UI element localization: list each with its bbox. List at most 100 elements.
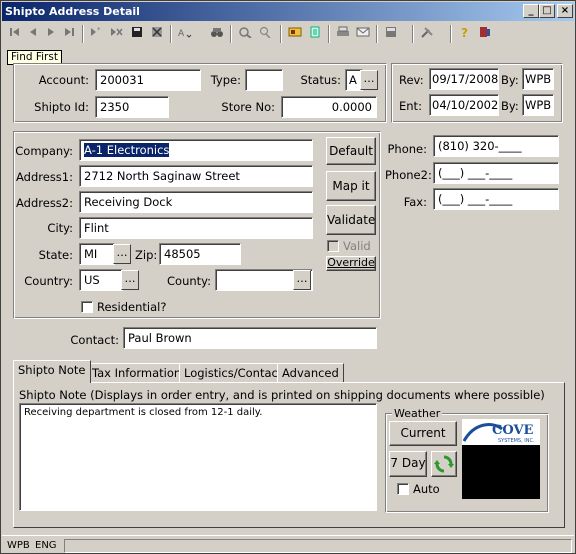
document-icon[interactable] [306, 25, 324, 43]
toolbar: * A ? [2, 22, 574, 46]
phone2-label: Phone2: [385, 168, 432, 182]
residential-checkbox[interactable] [81, 301, 93, 313]
app-window: Shipto Address Detail _ □ × * A ? Find F… [0, 0, 576, 554]
maximize-button[interactable]: □ [539, 4, 555, 18]
tools-icon[interactable] [418, 25, 436, 43]
toolbar-separator [328, 25, 330, 43]
minimize-button[interactable]: _ [523, 4, 539, 18]
phone-label: Phone: [387, 142, 428, 156]
cove-logo: COVE SYSTEMS, INC. [462, 419, 540, 445]
save-icon[interactable] [128, 25, 146, 43]
rev-by-label: By: [501, 73, 519, 87]
validate-button[interactable]: Validate [326, 205, 376, 235]
exit-icon[interactable] [476, 25, 494, 43]
calculator-icon[interactable] [382, 25, 400, 43]
svg-text:A: A [178, 29, 185, 38]
rev-label: Rev: [399, 73, 424, 87]
weather-refresh-button[interactable] [431, 451, 457, 477]
weather-auto-label: Auto [413, 482, 440, 496]
svg-text:*: * [97, 26, 101, 34]
country-label: Country: [24, 274, 73, 288]
tab-logistics-contact[interactable]: Logistics/Contact [179, 363, 288, 383]
company-label: Company: [15, 144, 73, 158]
tab-tax-information[interactable]: Tax Information [87, 363, 187, 383]
storeno-field[interactable]: 0.0000 [281, 96, 377, 118]
fax-label: Fax: [403, 195, 427, 209]
zip-field[interactable]: 48505 [159, 243, 241, 265]
city-label: City: [47, 221, 73, 235]
account-field[interactable]: 200031 [95, 69, 201, 91]
toolbar-separator [376, 25, 378, 43]
zip-label: Zip: [135, 248, 158, 262]
ent-label: Ent: [399, 99, 422, 113]
binoculars-icon[interactable] [208, 25, 226, 43]
phone-field[interactable]: (810) 320-____ [433, 135, 559, 157]
status-lookup-button[interactable]: … [360, 70, 378, 90]
find-icon[interactable] [236, 25, 254, 43]
country-lookup-button[interactable]: … [121, 270, 139, 290]
email-icon[interactable] [354, 25, 372, 43]
tab-advanced[interactable]: Advanced [277, 363, 344, 383]
new-record-icon[interactable]: * [88, 25, 106, 43]
title-bar: Shipto Address Detail [2, 2, 574, 21]
print-icon[interactable] [334, 25, 352, 43]
phone2-field[interactable]: (___) ___-____ [433, 162, 559, 184]
map-it-button[interactable]: Map it [326, 171, 376, 201]
toolbar-separator [230, 25, 232, 43]
next-record-icon[interactable] [42, 25, 60, 43]
status-language: ENG [35, 540, 57, 551]
status-label: Status: [300, 73, 341, 87]
type-field[interactable] [245, 69, 283, 91]
country-field[interactable]: US [79, 269, 123, 291]
default-button[interactable]: Default [326, 137, 376, 165]
close-button[interactable]: × [557, 4, 573, 18]
contact-field[interactable]: Paul Brown [123, 327, 377, 349]
last-record-icon[interactable] [60, 25, 78, 43]
tab-shipto-note[interactable]: Shipto Note [13, 360, 91, 383]
toolbar-separator [170, 25, 172, 43]
help-icon[interactable]: ? [456, 25, 474, 43]
address2-label: Address2: [16, 196, 73, 210]
address1-field[interactable]: 2712 North Saginaw Street [79, 165, 313, 187]
card-icon[interactable] [286, 25, 304, 43]
svg-text:COVE: COVE [492, 423, 534, 438]
shiptoid-field[interactable]: 2350 [95, 96, 169, 118]
ent-by-label: By: [501, 99, 519, 113]
address2-field[interactable]: Receiving Dock [79, 191, 313, 213]
first-record-icon[interactable] [6, 25, 24, 43]
delete-record-icon[interactable] [108, 25, 126, 43]
rev-by-field[interactable]: WPB [522, 68, 554, 90]
prev-record-icon[interactable] [24, 25, 42, 43]
sort-icon[interactable]: A [176, 25, 194, 43]
county-lookup-button[interactable]: … [293, 270, 311, 290]
ent-by-field[interactable]: WPB [522, 94, 554, 116]
rev-date-field[interactable]: 09/17/2008 [429, 68, 499, 90]
weather-7day-button[interactable]: 7 Day [389, 451, 427, 477]
search-icon[interactable] [256, 25, 274, 43]
toolbar-separator [82, 25, 84, 43]
refresh-icon [434, 455, 454, 473]
ent-date-field[interactable]: 04/10/2002 [429, 94, 499, 116]
weather-display [462, 445, 540, 499]
state-lookup-button[interactable]: … [113, 244, 131, 264]
fax-field[interactable]: (___) ___-____ [433, 188, 559, 210]
valid-checkbox [327, 240, 339, 252]
company-field[interactable]: A-1 Electronics [79, 139, 313, 161]
valid-label: Valid [343, 239, 371, 253]
company-value: A-1 Electronics [84, 143, 170, 157]
address1-label: Address1: [16, 170, 73, 184]
clear-icon[interactable] [148, 25, 166, 43]
storeno-label: Store No: [221, 100, 275, 114]
contact-label: Contact: [70, 333, 119, 347]
weather-current-button[interactable]: Current [389, 421, 457, 446]
toolbar-separator [280, 25, 282, 43]
weather-group-label: Weather [392, 407, 443, 421]
weather-auto-checkbox[interactable] [397, 483, 409, 495]
state-label: State: [38, 248, 73, 262]
note-heading: Shipto Note (Displays in order entry, an… [19, 388, 545, 402]
state-field[interactable]: MI [79, 243, 115, 265]
city-field[interactable]: Flint [79, 217, 313, 239]
toolbar-separator [412, 25, 414, 43]
note-textarea[interactable]: Receiving department is closed from 12-1… [19, 403, 377, 511]
override-button[interactable]: Override [326, 256, 376, 271]
